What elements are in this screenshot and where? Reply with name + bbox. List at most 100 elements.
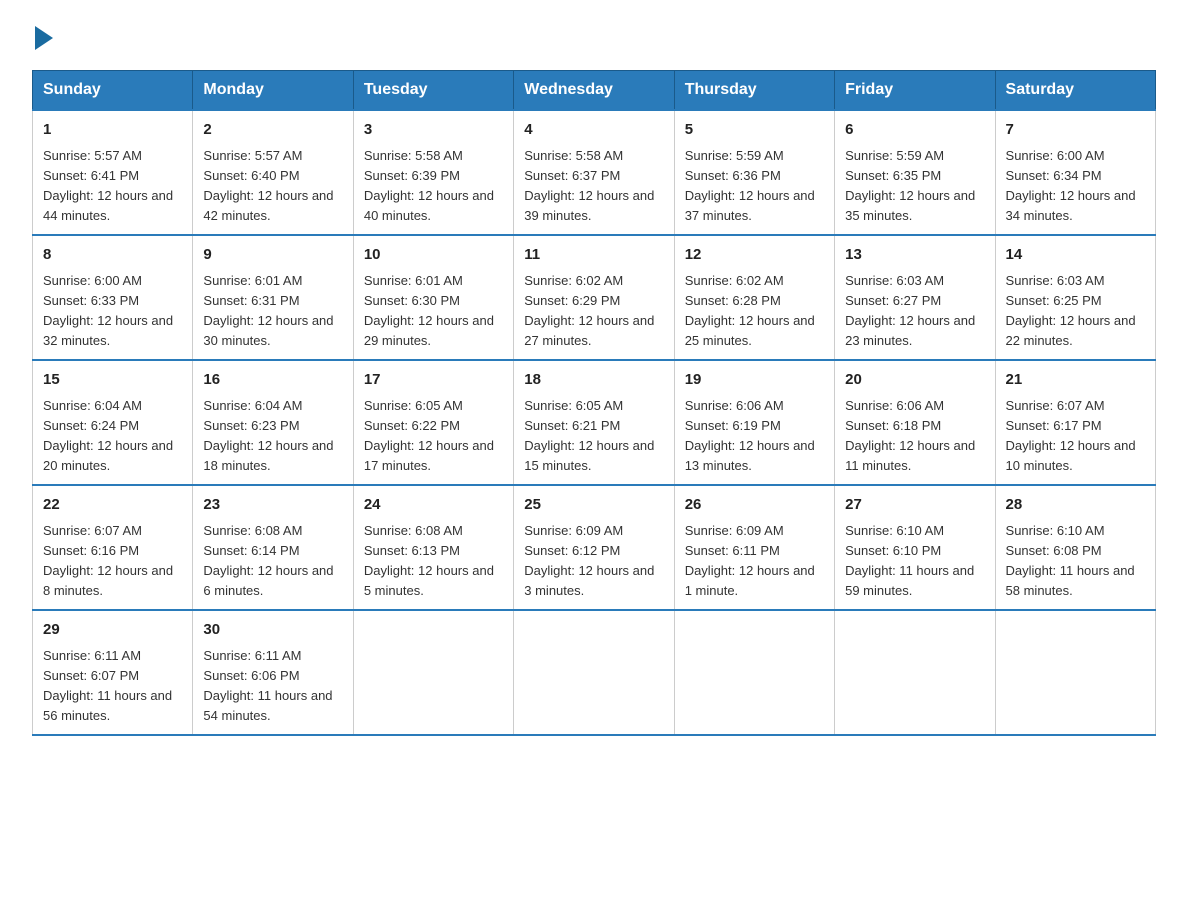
calendar-cell: 30 Sunrise: 6:11 AMSunset: 6:06 PMDayligh… xyxy=(193,610,353,735)
day-number: 2 xyxy=(203,119,342,142)
header-tuesday: Tuesday xyxy=(353,71,513,111)
header-wednesday: Wednesday xyxy=(514,71,674,111)
calendar-cell: 15 Sunrise: 6:04 AMSunset: 6:24 PMDayligh… xyxy=(33,360,193,485)
day-info: Sunrise: 5:58 AMSunset: 6:37 PMDaylight:… xyxy=(524,146,663,227)
calendar-cell xyxy=(674,610,834,735)
calendar-cell: 10 Sunrise: 6:01 AMSunset: 6:30 PMDayligh… xyxy=(353,235,513,360)
day-number: 20 xyxy=(845,369,984,392)
calendar-cell: 22 Sunrise: 6:07 AMSunset: 6:16 PMDayligh… xyxy=(33,485,193,610)
day-info: Sunrise: 6:00 AMSunset: 6:34 PMDaylight:… xyxy=(1006,146,1145,227)
day-info: Sunrise: 6:08 AMSunset: 6:13 PMDaylight:… xyxy=(364,521,503,602)
day-info: Sunrise: 6:03 AMSunset: 6:27 PMDaylight:… xyxy=(845,271,984,352)
day-number: 30 xyxy=(203,619,342,642)
calendar-week-row: 29 Sunrise: 6:11 AMSunset: 6:07 PMDayligh… xyxy=(33,610,1156,735)
day-number: 12 xyxy=(685,244,824,267)
calendar-cell: 23 Sunrise: 6:08 AMSunset: 6:14 PMDayligh… xyxy=(193,485,353,610)
calendar-cell: 4 Sunrise: 5:58 AMSunset: 6:37 PMDaylight… xyxy=(514,110,674,235)
calendar-table: SundayMondayTuesdayWednesdayThursdayFrid… xyxy=(32,70,1156,736)
day-info: Sunrise: 6:07 AMSunset: 6:16 PMDaylight:… xyxy=(43,521,182,602)
day-number: 4 xyxy=(524,119,663,142)
day-number: 26 xyxy=(685,494,824,517)
day-number: 11 xyxy=(524,244,663,267)
day-info: Sunrise: 5:59 AMSunset: 6:35 PMDaylight:… xyxy=(845,146,984,227)
header-friday: Friday xyxy=(835,71,995,111)
day-info: Sunrise: 6:03 AMSunset: 6:25 PMDaylight:… xyxy=(1006,271,1145,352)
day-info: Sunrise: 6:08 AMSunset: 6:14 PMDaylight:… xyxy=(203,521,342,602)
day-number: 15 xyxy=(43,369,182,392)
day-number: 22 xyxy=(43,494,182,517)
day-number: 6 xyxy=(845,119,984,142)
calendar-cell: 7 Sunrise: 6:00 AMSunset: 6:34 PMDaylight… xyxy=(995,110,1155,235)
day-info: Sunrise: 6:09 AMSunset: 6:12 PMDaylight:… xyxy=(524,521,663,602)
calendar-week-row: 1Sunrise: 5:57 AMSunset: 6:41 PMDaylight… xyxy=(33,110,1156,235)
calendar-cell: 16 Sunrise: 6:04 AMSunset: 6:23 PMDayligh… xyxy=(193,360,353,485)
header-sunday: Sunday xyxy=(33,71,193,111)
day-info: Sunrise: 6:09 AMSunset: 6:11 PMDaylight:… xyxy=(685,521,824,602)
calendar-cell xyxy=(353,610,513,735)
day-info: Sunrise: 6:01 AMSunset: 6:30 PMDaylight:… xyxy=(364,271,503,352)
day-info: Sunrise: 6:10 AMSunset: 6:08 PMDaylight:… xyxy=(1006,521,1145,602)
calendar-cell: 11 Sunrise: 6:02 AMSunset: 6:29 PMDayligh… xyxy=(514,235,674,360)
logo-triangle-icon xyxy=(35,26,53,50)
day-number: 23 xyxy=(203,494,342,517)
day-number: 21 xyxy=(1006,369,1145,392)
day-number: 5 xyxy=(685,119,824,142)
day-number: 27 xyxy=(845,494,984,517)
day-number: 25 xyxy=(524,494,663,517)
day-number: 17 xyxy=(364,369,503,392)
day-info: Sunrise: 6:10 AMSunset: 6:10 PMDaylight:… xyxy=(845,521,984,602)
day-number: 29 xyxy=(43,619,182,642)
calendar-cell: 19Sunrise: 6:06 AMSunset: 6:19 PMDayligh… xyxy=(674,360,834,485)
day-number: 10 xyxy=(364,244,503,267)
calendar-cell xyxy=(514,610,674,735)
header-monday: Monday xyxy=(193,71,353,111)
calendar-cell: 21 Sunrise: 6:07 AMSunset: 6:17 PMDayligh… xyxy=(995,360,1155,485)
day-info: Sunrise: 6:07 AMSunset: 6:17 PMDaylight:… xyxy=(1006,396,1145,477)
header-thursday: Thursday xyxy=(674,71,834,111)
calendar-cell: 1Sunrise: 5:57 AMSunset: 6:41 PMDaylight… xyxy=(33,110,193,235)
day-number: 16 xyxy=(203,369,342,392)
day-info: Sunrise: 6:11 AMSunset: 6:06 PMDaylight:… xyxy=(203,646,342,727)
day-info: Sunrise: 6:00 AMSunset: 6:33 PMDaylight:… xyxy=(43,271,182,352)
day-info: Sunrise: 6:04 AMSunset: 6:23 PMDaylight:… xyxy=(203,396,342,477)
calendar-cell: 12Sunrise: 6:02 AMSunset: 6:28 PMDayligh… xyxy=(674,235,834,360)
calendar-cell: 6 Sunrise: 5:59 AMSunset: 6:35 PMDaylight… xyxy=(835,110,995,235)
day-number: 28 xyxy=(1006,494,1145,517)
header-saturday: Saturday xyxy=(995,71,1155,111)
calendar-cell: 25 Sunrise: 6:09 AMSunset: 6:12 PMDayligh… xyxy=(514,485,674,610)
day-number: 18 xyxy=(524,369,663,392)
calendar-cell: 9 Sunrise: 6:01 AMSunset: 6:31 PMDaylight… xyxy=(193,235,353,360)
day-info: Sunrise: 6:04 AMSunset: 6:24 PMDaylight:… xyxy=(43,396,182,477)
day-info: Sunrise: 6:05 AMSunset: 6:21 PMDaylight:… xyxy=(524,396,663,477)
day-info: Sunrise: 5:59 AMSunset: 6:36 PMDaylight:… xyxy=(685,146,824,227)
calendar-cell: 13 Sunrise: 6:03 AMSunset: 6:27 PMDayligh… xyxy=(835,235,995,360)
page-header xyxy=(32,24,1156,50)
logo xyxy=(32,24,53,50)
day-number: 8 xyxy=(43,244,182,267)
calendar-cell xyxy=(835,610,995,735)
day-number: 9 xyxy=(203,244,342,267)
calendar-cell: 3 Sunrise: 5:58 AMSunset: 6:39 PMDaylight… xyxy=(353,110,513,235)
day-info: Sunrise: 6:02 AMSunset: 6:29 PMDaylight:… xyxy=(524,271,663,352)
day-info: Sunrise: 6:11 AMSunset: 6:07 PMDaylight:… xyxy=(43,646,182,727)
day-number: 13 xyxy=(845,244,984,267)
day-info: Sunrise: 5:57 AMSunset: 6:40 PMDaylight:… xyxy=(203,146,342,227)
calendar-cell: 29 Sunrise: 6:11 AMSunset: 6:07 PMDayligh… xyxy=(33,610,193,735)
calendar-cell: 2 Sunrise: 5:57 AMSunset: 6:40 PMDaylight… xyxy=(193,110,353,235)
day-number: 7 xyxy=(1006,119,1145,142)
calendar-cell: 8 Sunrise: 6:00 AMSunset: 6:33 PMDaylight… xyxy=(33,235,193,360)
day-number: 3 xyxy=(364,119,503,142)
calendar-cell: 5 Sunrise: 5:59 AMSunset: 6:36 PMDaylight… xyxy=(674,110,834,235)
calendar-cell: 26 Sunrise: 6:09 AMSunset: 6:11 PMDayligh… xyxy=(674,485,834,610)
day-info: Sunrise: 6:01 AMSunset: 6:31 PMDaylight:… xyxy=(203,271,342,352)
calendar-header-row: SundayMondayTuesdayWednesdayThursdayFrid… xyxy=(33,71,1156,111)
calendar-cell: 14Sunrise: 6:03 AMSunset: 6:25 PMDayligh… xyxy=(995,235,1155,360)
day-info: Sunrise: 6:05 AMSunset: 6:22 PMDaylight:… xyxy=(364,396,503,477)
calendar-week-row: 15 Sunrise: 6:04 AMSunset: 6:24 PMDayligh… xyxy=(33,360,1156,485)
day-info: Sunrise: 5:57 AMSunset: 6:41 PMDaylight:… xyxy=(43,146,182,227)
calendar-cell: 18 Sunrise: 6:05 AMSunset: 6:21 PMDayligh… xyxy=(514,360,674,485)
day-number: 24 xyxy=(364,494,503,517)
day-info: Sunrise: 5:58 AMSunset: 6:39 PMDaylight:… xyxy=(364,146,503,227)
calendar-cell: 27 Sunrise: 6:10 AMSunset: 6:10 PMDayligh… xyxy=(835,485,995,610)
calendar-cell: 24 Sunrise: 6:08 AMSunset: 6:13 PMDayligh… xyxy=(353,485,513,610)
